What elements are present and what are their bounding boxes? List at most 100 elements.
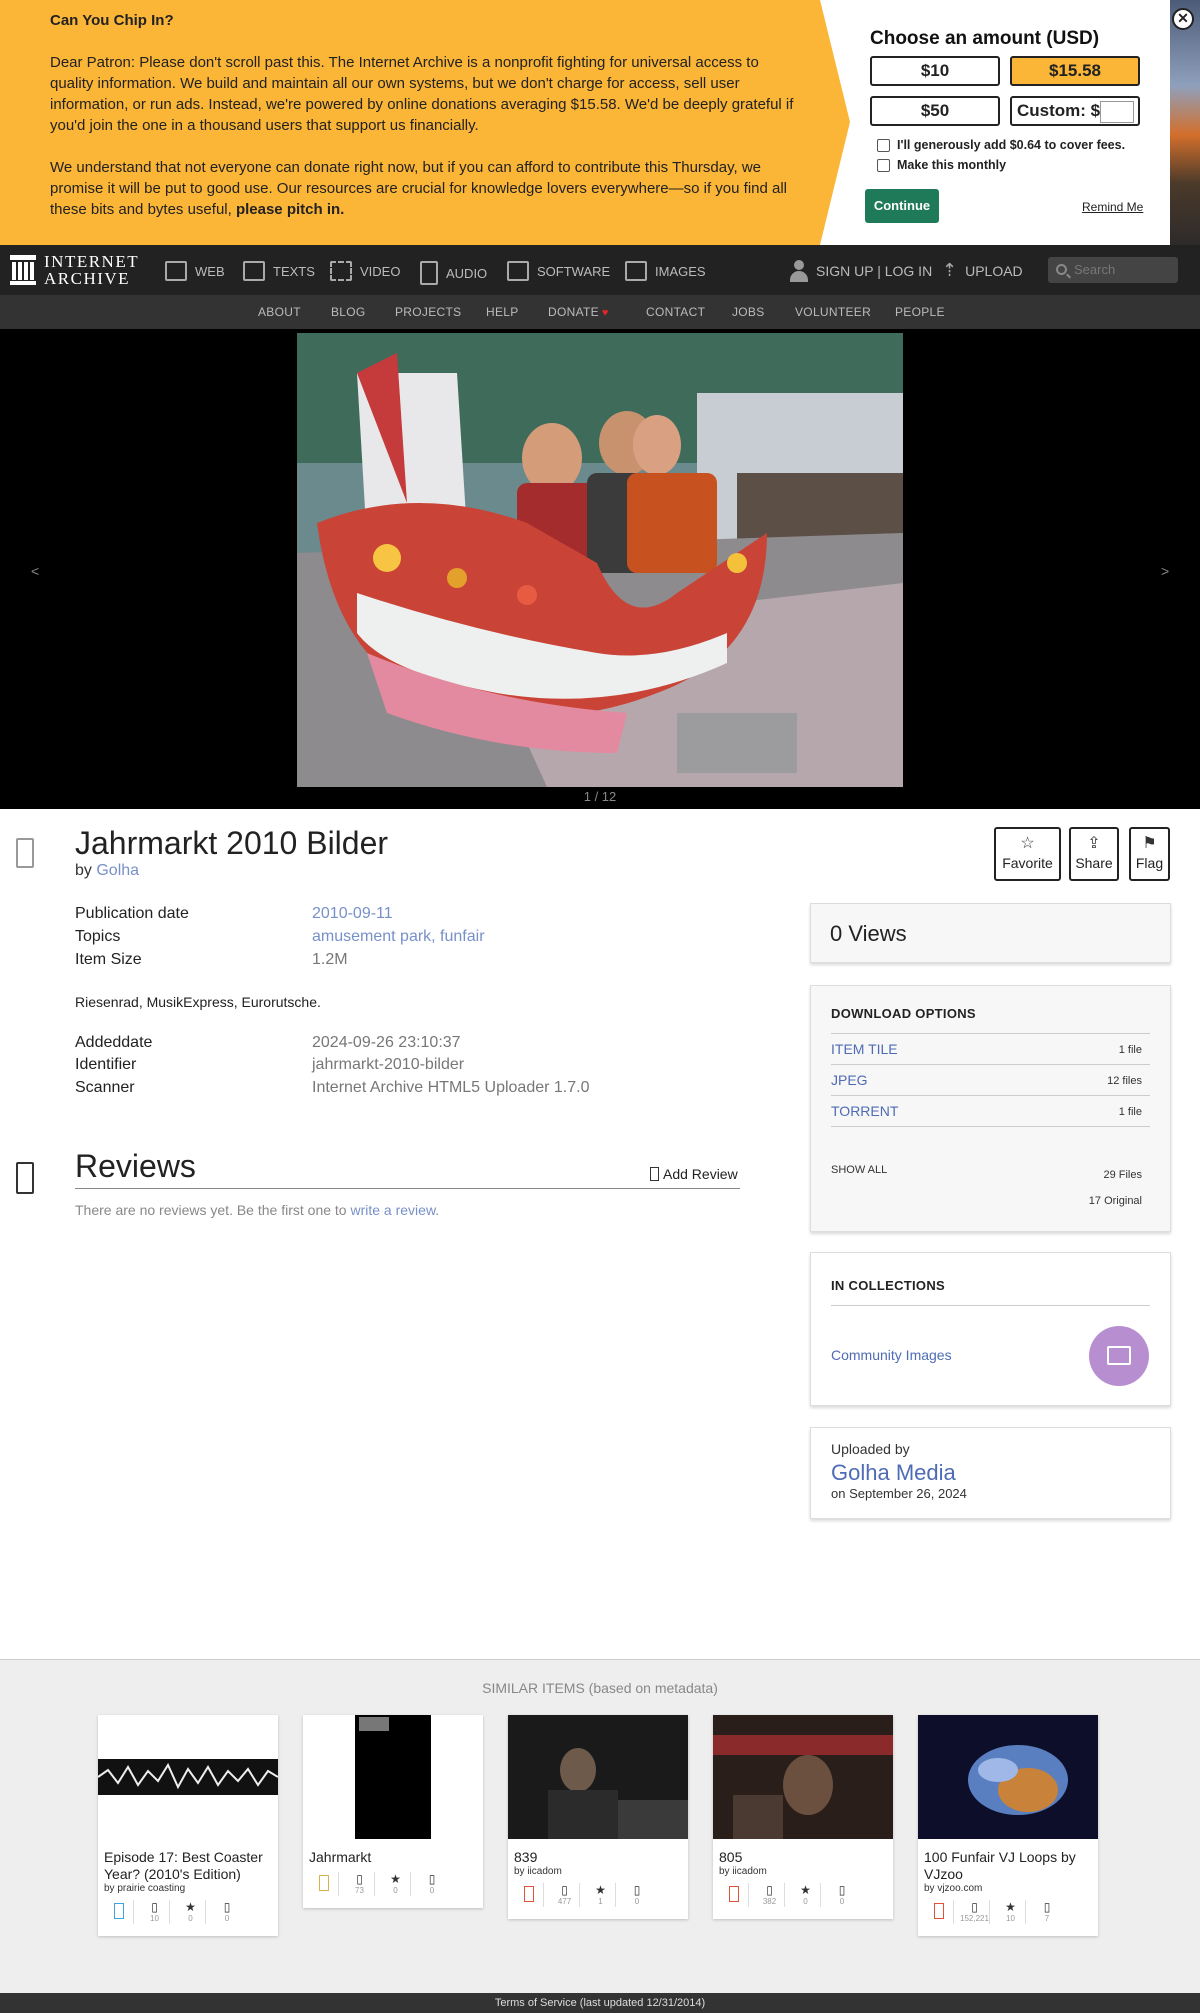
cover-fees-row[interactable]: I'll generously add $0.64 to cover fees. [877,138,1125,152]
favorites-count: 0 [393,1886,398,1895]
nav-images[interactable]: IMAGES [625,261,706,281]
download-row[interactable]: ITEM TILE 1 file [831,1034,1150,1065]
subnav-jobs[interactable]: JOBS [732,305,765,319]
search-input[interactable]: Search [1048,257,1178,283]
views-count: 73 [355,1886,364,1895]
nav-software-label: SOFTWARE [537,263,611,279]
similar-item-title[interactable]: 805 [713,1839,893,1866]
search-placeholder: Search [1074,262,1116,277]
cover-fees-checkbox[interactable] [877,138,890,152]
show-all-link[interactable]: SHOW ALL [831,1164,887,1176]
nav-web[interactable]: WEB [165,261,225,281]
internet-archive-logo[interactable]: INTERNET ARCHIVE [10,253,139,287]
similar-item-thumbnail[interactable] [508,1715,688,1839]
similar-item-thumbnail[interactable] [98,1715,278,1839]
image-mediatype-icon [16,838,34,868]
images-collection-icon [1107,1346,1131,1365]
flag-button[interactable]: ⚑ Flag [1129,827,1170,881]
subnav-people[interactable]: PEOPLE [895,305,945,319]
main-photo[interactable] [297,333,903,787]
favorites-count: 0 [803,1897,808,1906]
download-jpeg[interactable]: JPEG [831,1072,868,1088]
subnav-about[interactable]: ABOUT [258,305,301,319]
star-icon: ★ [595,1883,606,1897]
uploaded-by-label: Uploaded by [831,1441,910,1457]
favorite-button[interactable]: ☆ Favorite [994,827,1061,881]
collection-badge[interactable] [1089,1326,1149,1386]
video-type-icon [728,1886,739,1902]
similar-item-thumbnail[interactable] [303,1715,483,1839]
subnav-donate[interactable]: DONATE ♥ [548,305,609,319]
similar-item-card[interactable]: Jahrmarkt ▯ 73 ★ 0 ▯ 0 [303,1715,483,1908]
upload-link[interactable]: ⇡ UPLOAD [942,260,1023,281]
addeddate-label: Addeddate [75,1034,153,1051]
previous-image-button[interactable]: < [31,563,39,579]
nav-video[interactable]: VIDEO [330,261,400,281]
amount-10-button[interactable]: $10 [870,56,1000,86]
similar-item-stats: ▯ 73 ★ 0 ▯ 0 [303,1866,483,1908]
download-item-tile[interactable]: ITEM TILE [831,1041,898,1057]
similar-item-title[interactable]: 100 Funfair VJ Loops by VJzoo [918,1839,1098,1883]
similar-item-stats: ▯ 10 ★ 0 ▯ 0 [98,1894,278,1936]
monthly-label: Make this monthly [897,158,1007,172]
donation-banner: Can You Chip In? Dear Patron: Please don… [0,0,1200,245]
collection-link[interactable]: Community Images [831,1347,952,1363]
subnav-contact[interactable]: CONTACT [646,305,705,319]
similar-item-stats: ▯ 382 ★ 0 ▯ 0 [713,1877,893,1919]
files-total: 29 Files [1103,1169,1142,1181]
nav-video-label: VIDEO [360,263,401,279]
continue-button[interactable]: Continue [865,189,939,223]
similar-item-title[interactable]: 839 [508,1839,688,1866]
eye-icon: ▯ [561,1883,568,1897]
download-row[interactable]: JPEG 12 files [831,1065,1150,1096]
page-counter: 1 / 12 [583,789,617,804]
share-button[interactable]: ⇪ Share [1069,827,1119,881]
uploader-link[interactable]: Golha Media [831,1460,1150,1486]
comment-icon: ▯ [428,1872,436,1886]
creator-link[interactable]: Golha [96,862,139,879]
subnav-projects[interactable]: PROJECTS [395,305,461,319]
write-review-link[interactable]: write a review [350,1202,435,1218]
uploader-box: Uploaded by Golha Media on September 26,… [810,1427,1171,1519]
reviews-divider [75,1188,740,1189]
terms-of-service-link[interactable]: Terms of Service (last updated 12/31/201… [495,1997,705,2009]
similar-item-thumbnail[interactable] [713,1715,893,1839]
cover-fees-label: I'll generously add $0.64 to cover fees. [897,138,1126,152]
similar-item-thumbnail[interactable] [918,1715,1098,1839]
subnav-volunteer[interactable]: VOLUNTEER [795,305,871,319]
remind-me-link[interactable]: Remind Me [1082,200,1143,214]
publication-date-value[interactable]: 2010-09-11 [312,905,393,923]
subnav-blog[interactable]: BLOG [331,305,366,319]
next-image-button[interactable]: > [1161,563,1169,579]
amount-15-button[interactable]: $15.58 [1010,56,1140,86]
item-description: Riesenrad, MusikExpress, Eurorutsche. [75,994,321,1010]
similar-item-card[interactable]: 839 by iicadom ▯ 477 ★ 1 ▯ 0 [508,1715,688,1919]
nav-texts[interactable]: TEXTS [243,261,315,281]
subnav-help[interactable]: HELP [486,305,519,319]
custom-amount-input[interactable] [1100,101,1134,123]
share-icon: ⇪ [1087,835,1101,852]
add-review-button[interactable]: Add Review [650,1166,738,1182]
monthly-row[interactable]: Make this monthly [877,158,1006,172]
nav-software[interactable]: SOFTWARE [507,261,610,281]
signup-login-link[interactable]: SIGN UP | LOG IN [790,260,932,282]
similar-item-title[interactable]: Episode 17: Best Coaster Year? (2010's E… [98,1839,278,1883]
banner-paragraph-2-text: We understand that not everyone can dona… [50,159,788,218]
similar-item-card[interactable]: 805 by iicadom ▯ 382 ★ 0 ▯ 0 [713,1715,893,1919]
monthly-checkbox[interactable] [877,158,890,172]
nav-audio[interactable]: AUDIO [420,261,487,285]
close-banner-button[interactable]: ✕ [1172,8,1194,30]
nav-texts-label: TEXTS [273,263,315,279]
logo-line-1: INTERNET [44,252,140,271]
user-icon [790,260,808,282]
download-torrent[interactable]: TORRENT [831,1103,898,1119]
star-icon: ★ [1005,1900,1016,1914]
download-row[interactable]: TORRENT 1 file [831,1096,1150,1127]
topics-value[interactable]: amusement park, funfair [312,928,485,946]
amount-50-button[interactable]: $50 [870,96,1000,126]
similar-item-title[interactable]: Jahrmarkt [303,1839,483,1866]
views-count: 477 [557,1897,572,1906]
similar-item-card[interactable]: Episode 17: Best Coaster Year? (2010's E… [98,1715,278,1936]
similar-item-card[interactable]: 100 Funfair VJ Loops by VJzoo by vjzoo.c… [918,1715,1098,1936]
reviews-count: 0 [634,1897,640,1906]
